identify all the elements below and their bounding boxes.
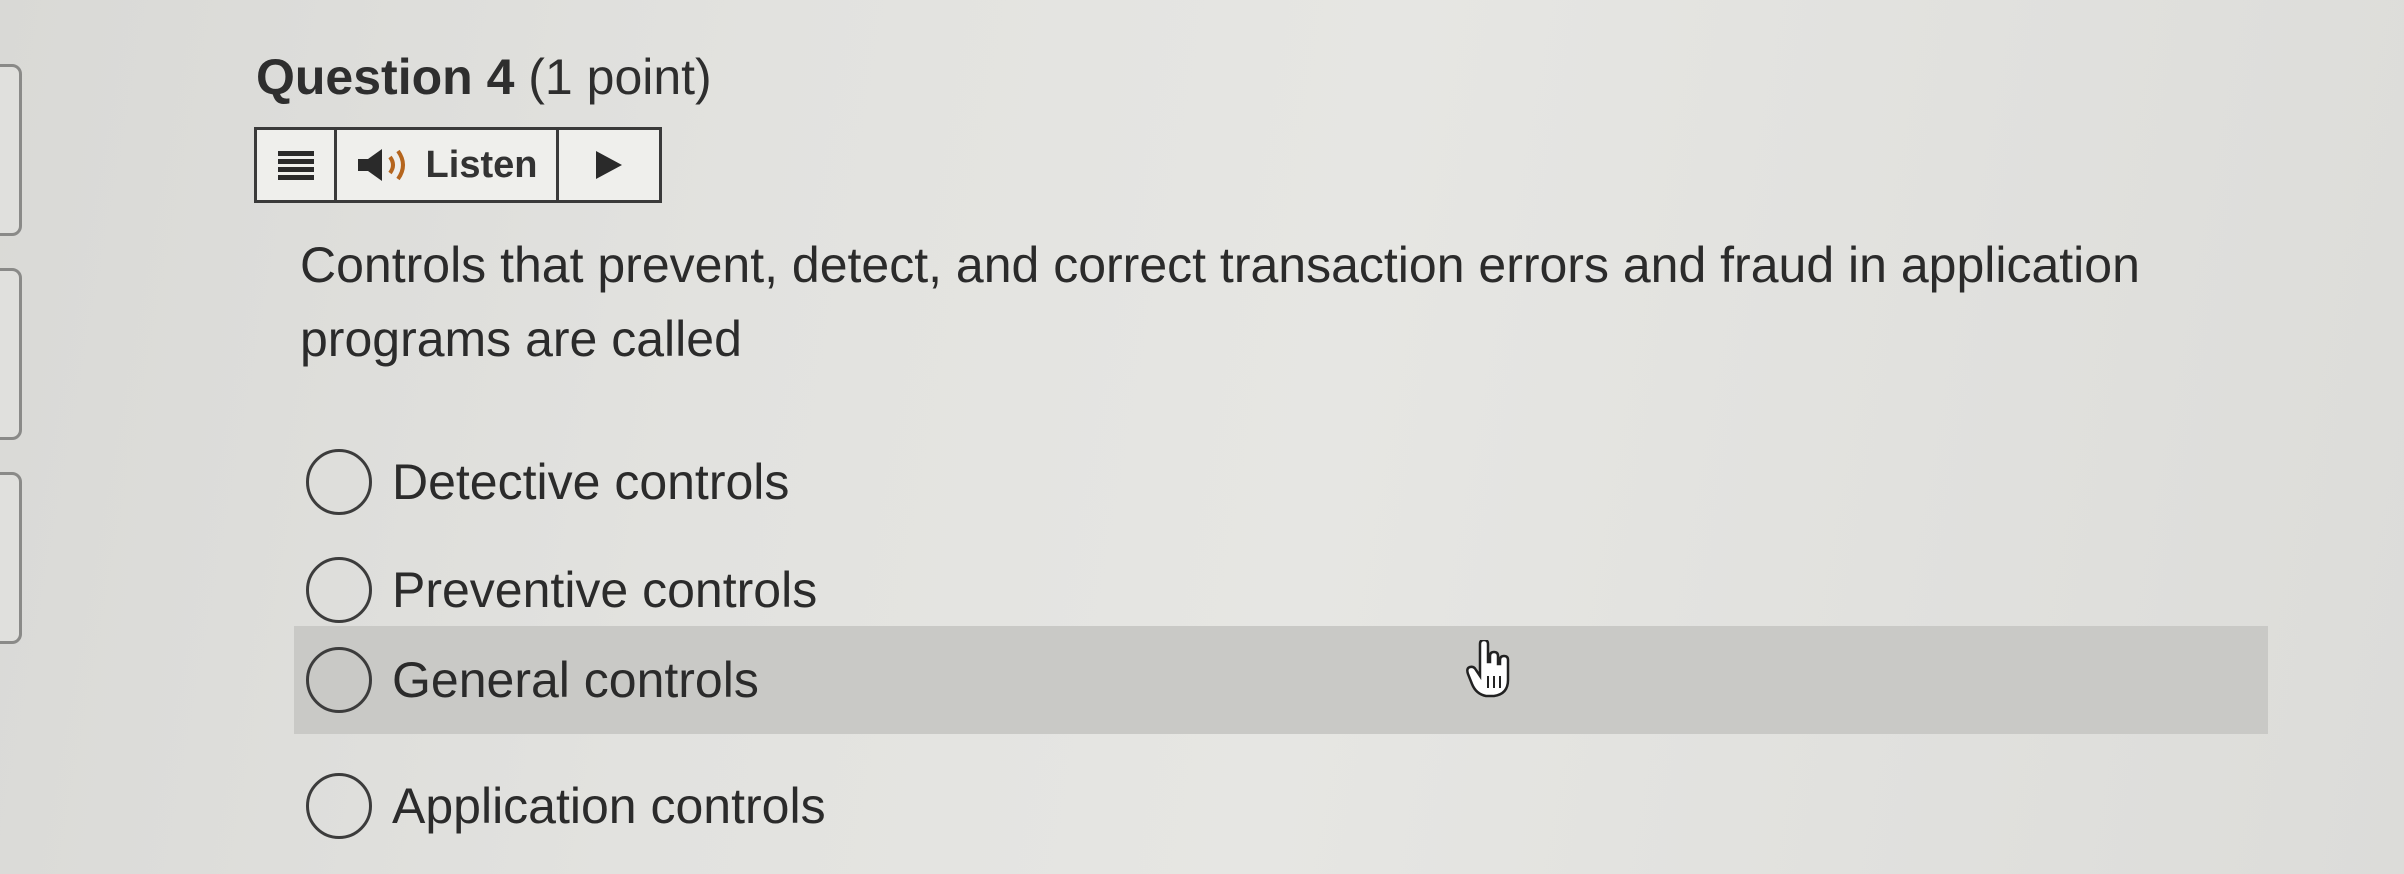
menu-button[interactable] (257, 130, 337, 200)
play-button[interactable] (559, 130, 659, 200)
question-number: Question 4 (256, 49, 515, 105)
side-panel-edge (0, 64, 22, 236)
radio-button[interactable] (306, 647, 372, 713)
answer-option-hovered[interactable]: General controls (294, 626, 2268, 734)
option-label: Application controls (392, 778, 826, 834)
question-points: (1 point) (528, 49, 712, 105)
question-title: Question 4 (1 point) (256, 48, 712, 106)
play-icon (596, 151, 622, 179)
hand-cursor-icon (1466, 640, 1510, 698)
side-panel-edge (0, 268, 22, 440)
option-label: General controls (392, 652, 759, 708)
question-prompt: Controls that prevent, detect, and corre… (300, 237, 2140, 367)
listen-toolbar: Listen (254, 127, 662, 203)
radio-button[interactable] (306, 449, 372, 515)
radio-button[interactable] (306, 557, 372, 623)
speaker-icon (357, 149, 405, 181)
listen-label: Listen (425, 143, 538, 186)
menu-icon (277, 151, 314, 180)
radio-button[interactable] (306, 773, 372, 839)
option-label: Preventive controls (392, 562, 818, 618)
side-panel-edge (0, 472, 22, 644)
answer-option[interactable]: Detective controls (294, 428, 2268, 536)
answer-option[interactable]: Application controls (294, 752, 2268, 860)
listen-button[interactable]: Listen (337, 130, 559, 200)
option-label: Detective controls (392, 454, 790, 510)
